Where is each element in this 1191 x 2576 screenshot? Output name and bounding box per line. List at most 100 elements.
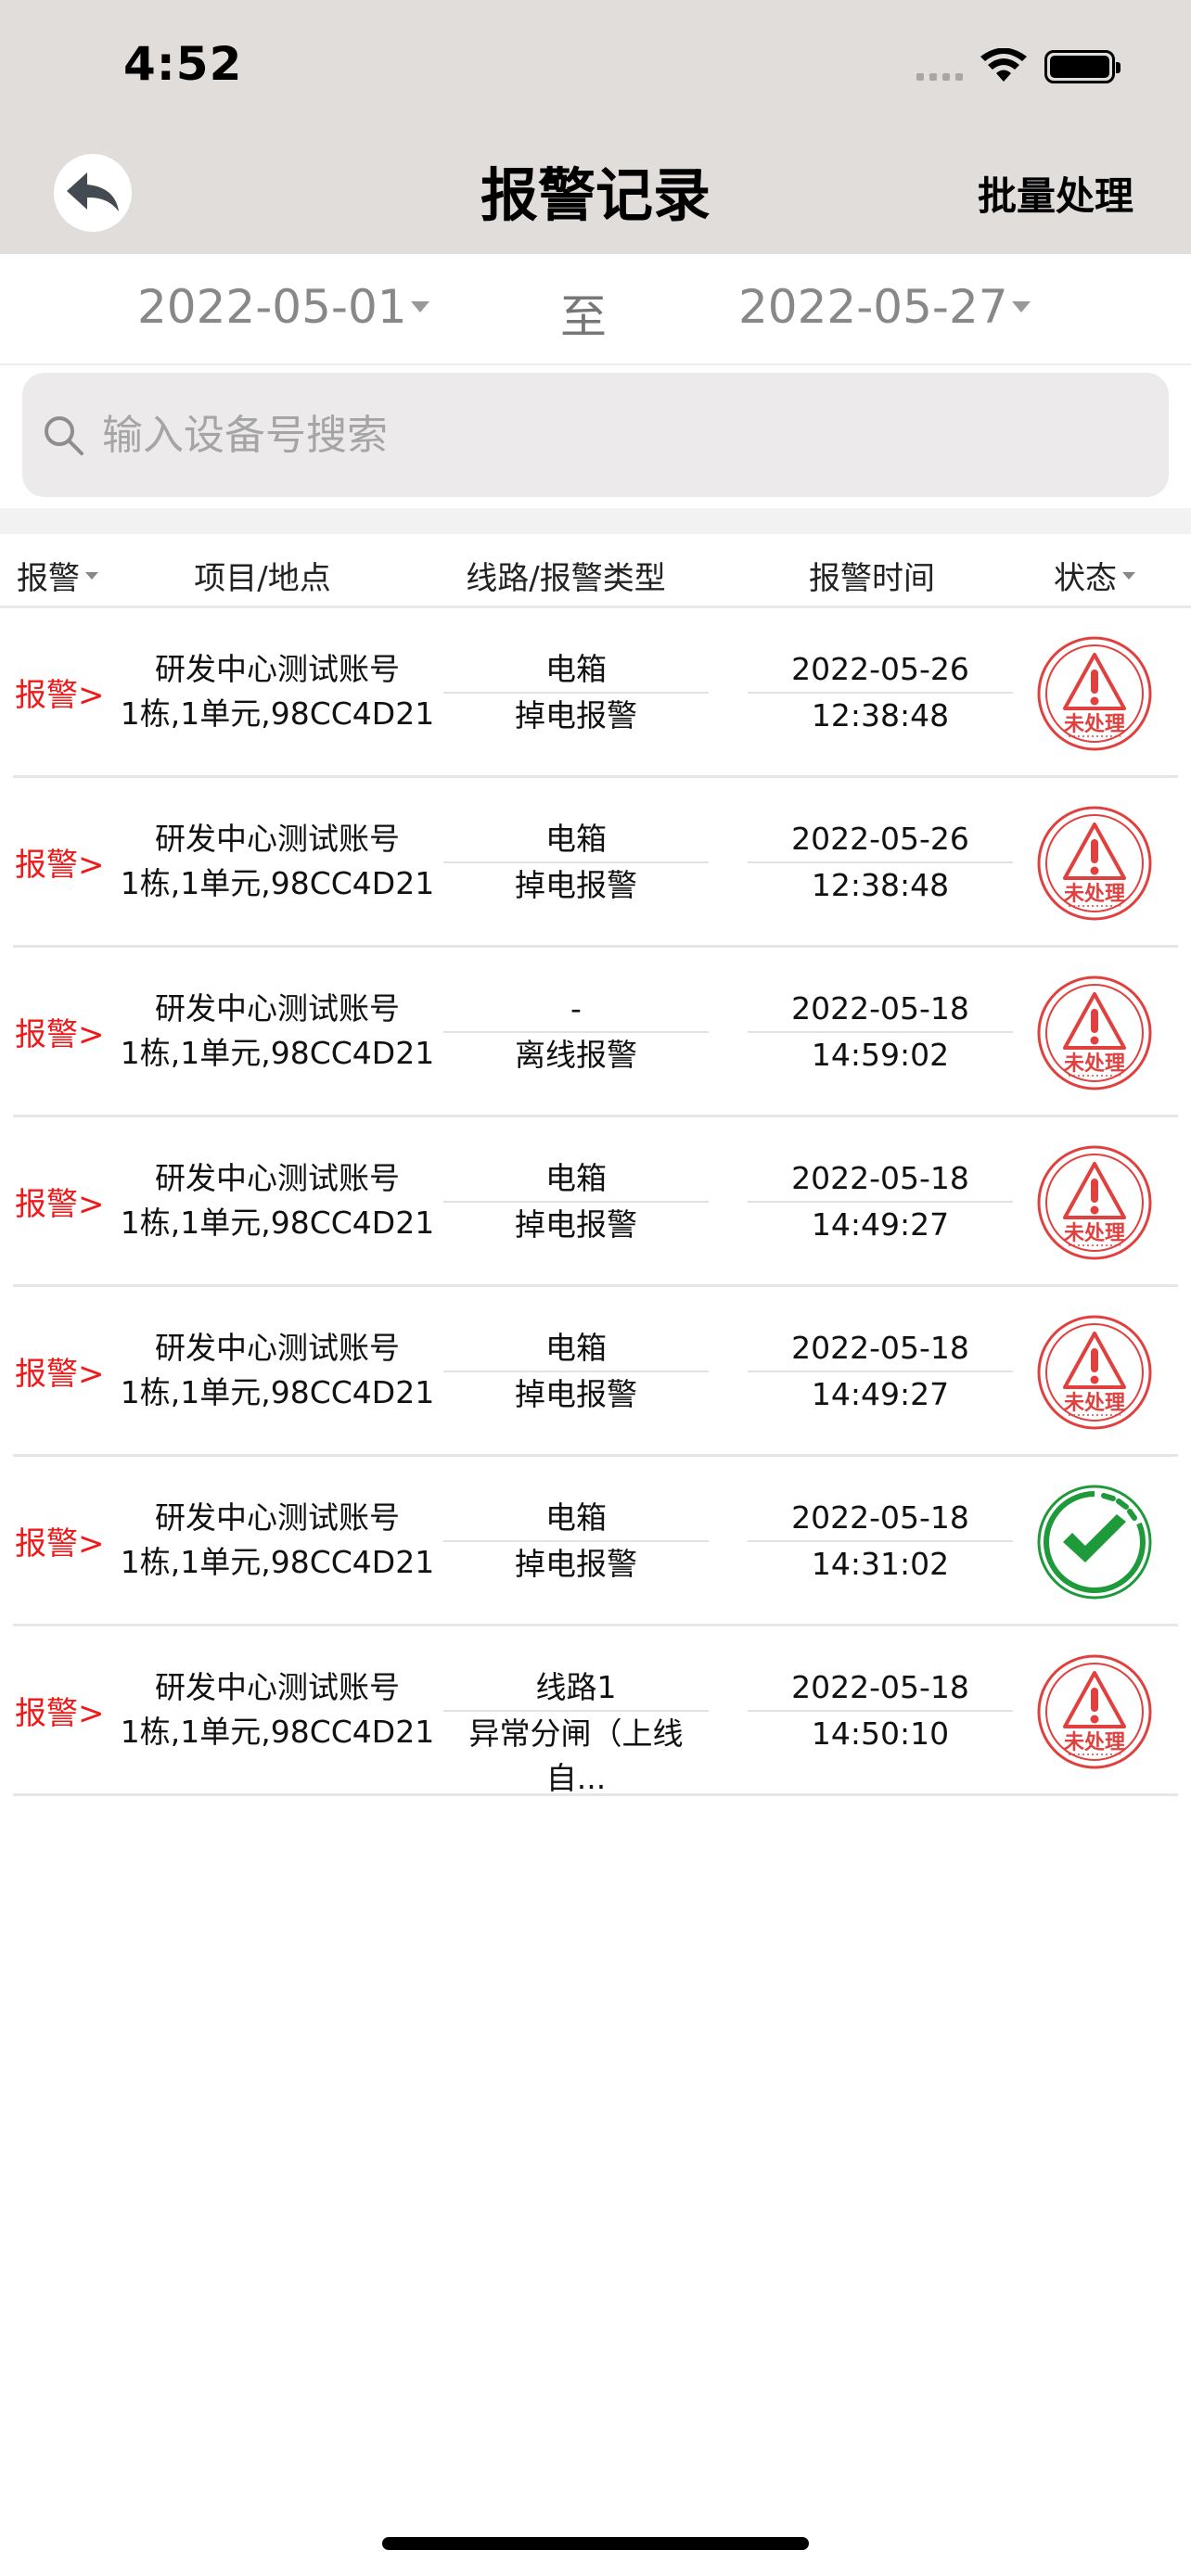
location-text: 1栋,1单元,98CC4D21 xyxy=(120,695,435,732)
status-indicator[interactable]: 未处理 xyxy=(1035,1652,1154,1771)
time-cell: 2022-05-18 14:31:02 xyxy=(748,1496,1013,1587)
device-search-input[interactable] xyxy=(100,410,1121,460)
alarm-detail-link[interactable]: 报警> xyxy=(15,1688,105,1733)
unhandled-stamp-icon: 未处理 xyxy=(1037,636,1152,751)
time-header: 报警时间 xyxy=(809,560,935,597)
alarm-date: 2022-05-26 xyxy=(791,821,969,857)
location-text: 1栋,1单元,98CC4D21 xyxy=(120,1714,435,1750)
project-cell: 研发中心测试账号 1栋,1单元,98CC4D21 xyxy=(106,817,449,906)
alarm-row[interactable]: 报警> 研发中心测试账号 1栋,1单元,98CC4D21 电箱 掉电报警 202… xyxy=(13,1457,1178,1626)
battery-icon xyxy=(1044,50,1121,83)
alarm-clock: 14:31:02 xyxy=(748,1540,1013,1587)
project-cell: 研发中心测试账号 1栋,1单元,98CC4D21 xyxy=(106,1156,449,1245)
alarm-row[interactable]: 报警> 研发中心测试账号 1栋,1单元,98CC4D21 - 离线报警 2022… xyxy=(13,948,1178,1117)
status-indicator[interactable]: 未处理 xyxy=(1035,634,1154,753)
search-icon xyxy=(45,416,83,455)
alarm-type: 异常分闸（上线自... xyxy=(443,1710,709,1801)
project-name: 研发中心测试账号 xyxy=(155,1160,400,1196)
project-cell: 研发中心测试账号 1栋,1单元,98CC4D21 xyxy=(106,647,449,736)
end-date-picker[interactable]: 2022-05-27 xyxy=(738,280,1031,334)
alarm-date: 2022-05-18 xyxy=(791,1330,969,1366)
top-bar: 4:52 报警记录 批量处理 xyxy=(0,0,1191,254)
line-cell: 电箱 掉电报警 xyxy=(443,817,709,908)
cellular-signal-icon xyxy=(916,53,963,81)
unhandled-stamp-icon: 未处理 xyxy=(1037,1315,1152,1430)
time-cell: 2022-05-18 14:49:27 xyxy=(748,1326,1013,1417)
line-name: - xyxy=(570,990,582,1027)
alarm-detail-link[interactable]: 报警> xyxy=(15,839,105,885)
alarm-row[interactable]: 报警> 研发中心测试账号 1栋,1单元,98CC4D21 电箱 掉电报警 202… xyxy=(13,1117,1178,1287)
project-name: 研发中心测试账号 xyxy=(155,651,400,687)
batch-process-button[interactable]: 批量处理 xyxy=(978,165,1133,222)
alarm-detail-link[interactable]: 报警> xyxy=(15,1009,105,1054)
line-cell: 线路1 异常分闸（上线自... xyxy=(443,1665,709,1801)
alarm-date: 2022-05-18 xyxy=(791,1499,969,1536)
alarm-detail-link[interactable]: 报警> xyxy=(15,1179,105,1224)
status-filter-header[interactable]: 状态 xyxy=(1054,553,1135,598)
project-name: 研发中心测试账号 xyxy=(155,821,400,857)
section-gap xyxy=(0,508,1191,534)
alarm-clock: 12:38:48 xyxy=(748,861,1013,908)
status-header-label: 状态 xyxy=(1054,560,1117,597)
status-indicator[interactable] xyxy=(1035,1483,1154,1601)
date-separator: 至 xyxy=(560,290,607,344)
project-name: 研发中心测试账号 xyxy=(155,1330,400,1366)
alarm-type: 掉电报警 xyxy=(443,861,709,908)
status-indicator[interactable]: 未处理 xyxy=(1035,804,1154,923)
alarm-type: 掉电报警 xyxy=(443,1540,709,1587)
line-name: 电箱 xyxy=(545,1499,607,1536)
alarm-type: 掉电报警 xyxy=(443,1201,709,1247)
alarm-row[interactable]: 报警> 研发中心测试账号 1栋,1单元,98CC4D21 电箱 掉电报警 202… xyxy=(13,778,1178,948)
alarm-date: 2022-05-18 xyxy=(791,990,969,1027)
caret-down-icon xyxy=(410,301,429,312)
status-indicator[interactable]: 未处理 xyxy=(1035,974,1154,1092)
status-text: 未处理 xyxy=(1064,1391,1125,1415)
location-text: 1栋,1单元,98CC4D21 xyxy=(120,1035,435,1071)
time-cell: 2022-05-26 12:38:48 xyxy=(748,817,1013,908)
project-name: 研发中心测试账号 xyxy=(155,990,400,1027)
alarm-row[interactable]: 报警> 研发中心测试账号 1栋,1单元,98CC4D21 线路1 异常分闸（上线… xyxy=(13,1626,1178,1796)
time-cell: 2022-05-18 14:49:27 xyxy=(748,1156,1013,1247)
handled-check-icon xyxy=(1037,1485,1152,1600)
unhandled-stamp-icon: 未处理 xyxy=(1037,1654,1152,1769)
project-cell: 研发中心测试账号 1栋,1单元,98CC4D21 xyxy=(106,987,449,1076)
status-indicator[interactable]: 未处理 xyxy=(1035,1143,1154,1262)
alarm-row[interactable]: 报警> 研发中心测试账号 1栋,1单元,98CC4D21 电箱 掉电报警 202… xyxy=(13,608,1178,778)
status-icons xyxy=(916,48,1121,85)
line-name: 电箱 xyxy=(545,821,607,857)
start-date-picker[interactable]: 2022-05-01 xyxy=(137,280,429,334)
date-range-bar: 2022-05-01 至 2022-05-27 xyxy=(0,254,1191,365)
unhandled-stamp-icon: 未处理 xyxy=(1037,1145,1152,1260)
alarm-date: 2022-05-18 xyxy=(791,1669,969,1705)
alarm-list: 报警> 研发中心测试账号 1栋,1单元,98CC4D21 电箱 掉电报警 202… xyxy=(13,608,1178,1796)
project-cell: 研发中心测试账号 1栋,1单元,98CC4D21 xyxy=(106,1496,449,1585)
unhandled-stamp-icon: 未处理 xyxy=(1037,806,1152,921)
status-text: 未处理 xyxy=(1064,1221,1125,1245)
alarm-row[interactable]: 报警> 研发中心测试账号 1栋,1单元,98CC4D21 电箱 掉电报警 202… xyxy=(13,1287,1178,1457)
caret-down-icon xyxy=(1122,571,1135,580)
line-cell: 电箱 掉电报警 xyxy=(443,647,709,738)
alarm-date: 2022-05-26 xyxy=(791,651,969,687)
alarm-type: 掉电报警 xyxy=(443,692,709,738)
location-text: 1栋,1单元,98CC4D21 xyxy=(120,1374,435,1410)
status-text: 未处理 xyxy=(1064,1730,1125,1754)
status-text: 未处理 xyxy=(1064,712,1125,736)
end-date-value: 2022-05-27 xyxy=(738,280,1008,334)
line-cell: 电箱 掉电报警 xyxy=(443,1496,709,1587)
status-text: 未处理 xyxy=(1064,1052,1125,1076)
alarm-type: 离线报警 xyxy=(443,1031,709,1078)
project-cell: 研发中心测试账号 1栋,1单元,98CC4D21 xyxy=(106,1326,449,1415)
alarm-detail-link[interactable]: 报警> xyxy=(15,1518,105,1563)
alarm-clock: 14:59:02 xyxy=(748,1031,1013,1078)
project-name: 研发中心测试账号 xyxy=(155,1499,400,1536)
line-cell: 电箱 掉电报警 xyxy=(443,1326,709,1417)
alarm-type: 掉电报警 xyxy=(443,1371,709,1417)
status-text: 未处理 xyxy=(1064,882,1125,906)
caret-down-icon xyxy=(1011,301,1031,312)
alarm-detail-link[interactable]: 报警> xyxy=(15,1348,105,1394)
status-indicator[interactable]: 未处理 xyxy=(1035,1313,1154,1432)
search-bar xyxy=(22,373,1169,497)
alarm-detail-link[interactable]: 报警> xyxy=(15,670,105,715)
line-cell: - 离线报警 xyxy=(443,987,709,1078)
project-name: 研发中心测试账号 xyxy=(155,1669,400,1705)
